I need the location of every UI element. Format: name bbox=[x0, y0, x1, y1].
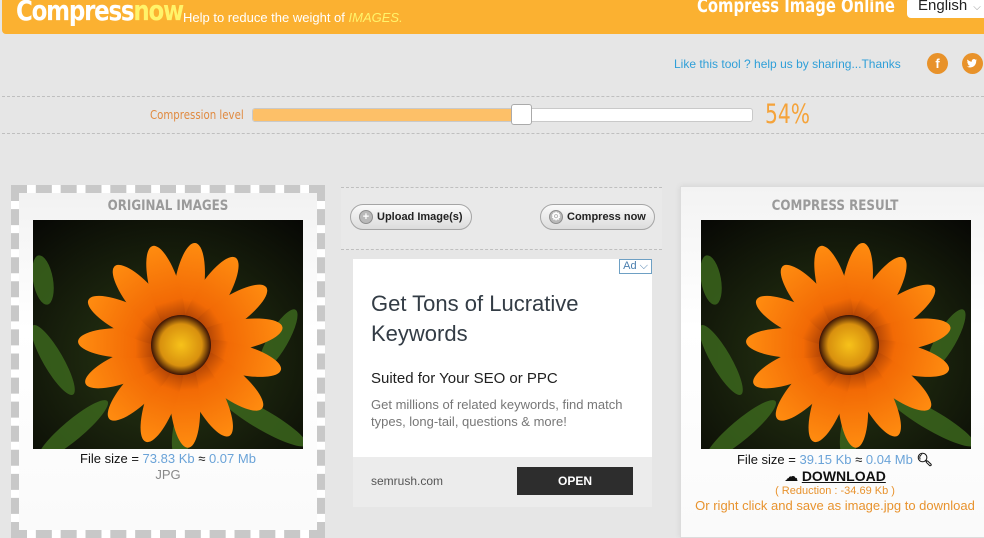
result-size-mb: 0.04 Mb bbox=[865, 452, 913, 467]
original-image[interactable] bbox=[33, 220, 303, 449]
site-title: Compress Image Online bbox=[697, 0, 895, 17]
facebook-icon[interactable]: f bbox=[927, 53, 948, 74]
compress-label: Compress now bbox=[567, 211, 646, 223]
upload-images-button[interactable]: + Upload Image(s) bbox=[350, 204, 472, 230]
magnifier-icon[interactable]: 🔍︎ bbox=[917, 452, 934, 467]
share-text[interactable]: Like this tool ? help us by sharing...Th… bbox=[674, 57, 901, 71]
ad-headline[interactable]: Get Tons of Lucrative Keywords bbox=[371, 289, 641, 349]
chevron-down-icon: ⌵ bbox=[639, 260, 648, 272]
original-size-kb: 73.83 Kb bbox=[142, 451, 195, 466]
advertisement[interactable]: Ad ⌵ Get Tons of Lucrative Keywords Suit… bbox=[353, 259, 652, 507]
original-images-panel: ORIGINAL IMAGES File size = 73.83 Kb ≈ 0… bbox=[11, 185, 325, 538]
language-value: English bbox=[918, 0, 968, 14]
download-label: DOWNLOAD bbox=[801, 468, 886, 484]
twitter-bird-glyph bbox=[966, 59, 978, 68]
ad-body: Get millions of related keywords, find m… bbox=[371, 397, 623, 429]
ad-domain[interactable]: semrush.com bbox=[371, 474, 443, 488]
cloud-download-icon: ☁ bbox=[784, 468, 799, 484]
result-file-size: File size = 39.15 Kb ≈ 0.04 Mb 🔍︎ bbox=[681, 452, 984, 468]
save-hint: Or right click and save as image.jpg to … bbox=[695, 498, 975, 513]
compression-slider-handle[interactable] bbox=[511, 104, 533, 125]
result-size-kb: 39.15 Kb bbox=[799, 452, 852, 467]
tagline-text: Help to reduce the weight of bbox=[183, 10, 349, 25]
original-file-size: File size = 73.83 Kb ≈ 0.07 Mb bbox=[19, 451, 317, 466]
ad-footer: semrush.com OPEN bbox=[353, 457, 652, 507]
plus-circle-icon: + bbox=[359, 210, 373, 224]
twitter-icon[interactable] bbox=[962, 53, 983, 74]
reduction-text: ( Reduction : -34.69 Kb ) bbox=[775, 485, 895, 497]
upload-label: Upload Image(s) bbox=[377, 211, 463, 223]
ad-badge[interactable]: Ad ⌵ bbox=[619, 259, 652, 274]
result-panel-title: COMPRESS RESULT bbox=[771, 198, 899, 214]
ad-open-button[interactable]: OPEN bbox=[517, 467, 633, 495]
file-size-label: File size = bbox=[736, 452, 800, 467]
actions-bar: + Upload Image(s) ⚙ Compress now bbox=[341, 187, 662, 250]
chevron-down-icon: ⌵ bbox=[973, 2, 981, 13]
compression-slider-fill bbox=[253, 109, 517, 121]
language-select[interactable]: English ⌵ bbox=[907, 0, 984, 18]
approx-sign: ≈ bbox=[851, 452, 866, 467]
compression-label: Compression level bbox=[150, 108, 244, 122]
flower-image bbox=[33, 220, 303, 449]
logo-part-now: now bbox=[133, 0, 184, 27]
ad-subheadline: Suited for Your SEO or PPC bbox=[371, 370, 558, 387]
ad-badge-label: Ad bbox=[623, 260, 637, 272]
download-link[interactable]: ☁ DOWNLOAD bbox=[681, 468, 984, 485]
tagline-highlight: IMAGES. bbox=[348, 10, 403, 25]
tagline: Help to reduce the weight of IMAGES. bbox=[183, 10, 403, 25]
file-size-label: File size = bbox=[80, 451, 143, 466]
compression-slider-track[interactable] bbox=[252, 108, 753, 122]
approx-sign: ≈ bbox=[194, 451, 209, 466]
original-format: JPG bbox=[155, 467, 181, 482]
flower-image bbox=[701, 220, 971, 449]
gear-icon: ⚙ bbox=[549, 210, 563, 224]
compress-result-panel: COMPRESS RESULT File size = 39.15 Kb ≈ 0… bbox=[680, 186, 984, 538]
logo[interactable]: Compressnow bbox=[16, 0, 184, 27]
logo-part-compress: Compress bbox=[16, 0, 135, 27]
compress-now-button[interactable]: ⚙ Compress now bbox=[540, 204, 655, 230]
top-header: Compressnow Help to reduce the weight of… bbox=[2, 0, 984, 34]
compression-percent: 54% bbox=[765, 99, 811, 130]
result-image[interactable] bbox=[701, 220, 971, 449]
original-size-mb: 0.07 Mb bbox=[208, 451, 256, 466]
original-panel-title: ORIGINAL IMAGES bbox=[107, 198, 229, 214]
